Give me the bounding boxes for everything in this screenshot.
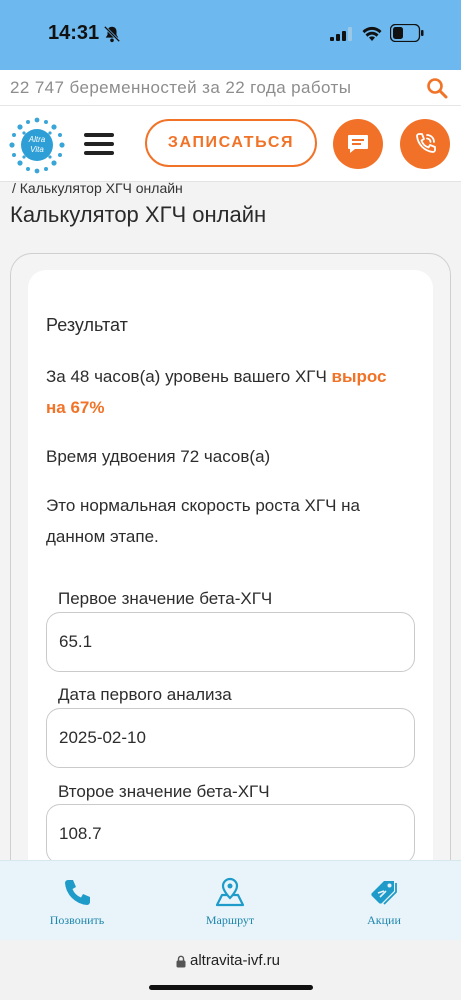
signup-button[interactable]: ЗАПИСАТЬСЯ [145,119,317,167]
page-title: Калькулятор ХГЧ онлайн [10,202,267,227]
result-doubling-time: Время удвоения 72 часов(а) [46,447,271,466]
status-time: 14:31 [48,22,100,44]
home-indicator[interactable] [149,985,313,990]
first-date-field[interactable]: 2025-02-10 [46,708,415,768]
bottom-tab-bar: Позвонить Маршрут Акции [0,860,461,940]
result-growth: За 48 часов(а) уровень вашего ХГЧ вырос … [46,361,406,423]
tab-route-label: Маршрут [205,913,255,927]
result-assessment: Это нормальная скорость роста ХГЧ на дан… [46,496,360,546]
search-icon[interactable] [426,77,448,99]
tab-call[interactable]: Позвонить [0,861,154,941]
site-header: Altra Vita ЗАПИСАТЬСЯ [0,106,461,182]
second-value-label: Второе значение бета-ХГЧ [58,782,270,801]
call-button[interactable] [400,119,450,169]
logo-text-bottom: Vita [30,145,44,154]
first-value-label: Первое значение бета-ХГЧ [58,589,273,608]
first-value-field[interactable]: 65.1 [46,612,415,672]
tab-promo-label: Акции [367,913,401,927]
status-bar: 14:31 [0,0,461,70]
altravita-logo[interactable]: Altra Vita [8,116,66,174]
menu-icon[interactable] [84,133,114,155]
first-date-label: Дата первого анализа [58,685,232,704]
browser-url-bar[interactable]: altravita-ivf.ru [0,940,461,1000]
second-value-field[interactable]: 108.7 [46,804,415,864]
battery-icon [390,24,424,42]
search-bar[interactable]: 22 747 беременностей за 22 года работы [0,70,461,106]
phone-icon [65,880,90,905]
logo-text-top: Altra [28,135,46,144]
tab-promo[interactable]: Акции [307,861,461,941]
signal-icon [330,27,352,41]
bell-off-icon [103,25,121,43]
tab-call-label: Позвонить [49,913,105,927]
result-heading: Результат [46,315,128,335]
tab-route[interactable]: Маршрут [153,861,307,941]
search-tagline: 22 747 беременностей за 22 года работы [10,78,352,97]
phone-icon [416,133,436,153]
chat-icon [348,135,368,153]
chat-button[interactable] [333,119,383,169]
url-domain[interactable]: altravita-ivf.ru [190,952,280,969]
tag-icon [371,881,397,905]
wifi-icon [362,26,382,41]
map-pin-icon [215,877,245,907]
breadcrumb[interactable]: / Калькулятор ХГЧ онлайн [12,180,183,196]
result-growth-text: За 48 часов(а) уровень вашего ХГЧ [46,367,332,386]
lock-icon [176,955,186,968]
